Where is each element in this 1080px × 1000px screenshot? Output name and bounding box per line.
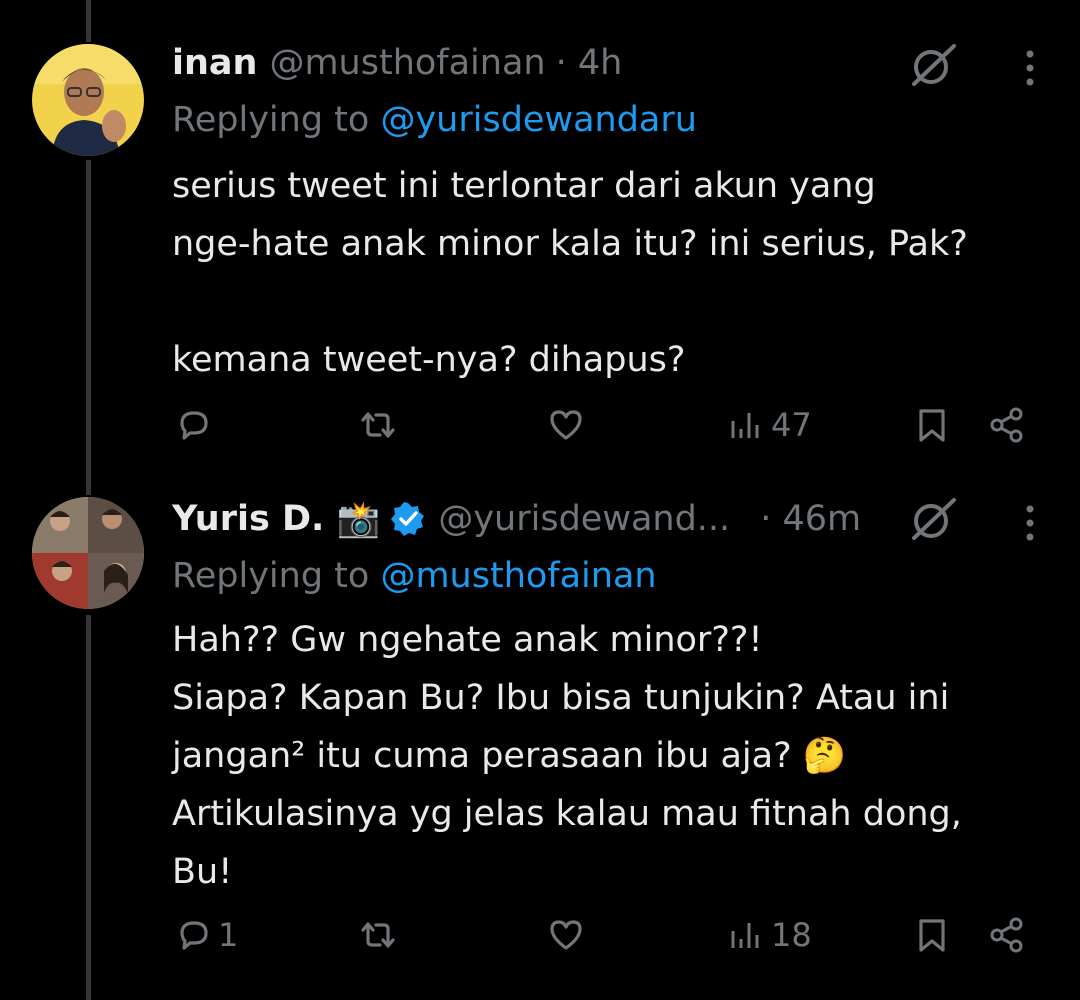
more-icon[interactable]	[1020, 503, 1040, 543]
tweet-line: Bu!	[172, 852, 233, 892]
like-button[interactable]	[546, 400, 586, 450]
tweet-actions: 47	[172, 400, 1042, 450]
share-button[interactable]	[987, 910, 1027, 960]
reply-count: 1	[218, 916, 239, 954]
tweet-line: jangan² itu cuma perasaan ibu aja? 🤔	[172, 736, 847, 776]
tweet-line: Siapa? Kapan Bu? Ibu bisa tunjukin? Atau…	[172, 678, 950, 718]
heart-icon	[546, 405, 586, 445]
avatar[interactable]	[32, 44, 144, 156]
mention-link[interactable]: @musthofainan	[380, 556, 656, 596]
replying-to: Replying to @musthofainan	[172, 556, 657, 596]
retweet-button[interactable]	[358, 910, 398, 960]
retweet-icon	[358, 915, 398, 955]
mention-link[interactable]: @yurisdewandaru	[380, 100, 697, 140]
views-button[interactable]: 18	[727, 910, 812, 960]
views-icon	[727, 405, 767, 445]
timestamp[interactable]: · 4h	[556, 43, 623, 83]
replying-to-label: Replying to	[172, 556, 381, 596]
reply-icon	[174, 915, 214, 955]
view-count: 47	[771, 406, 812, 444]
thread-connector	[86, 0, 91, 42]
display-name[interactable]: Yuris D.	[172, 499, 324, 539]
tweet-header: Yuris D. 📸 @yurisdewand... · 46m	[172, 496, 960, 542]
share-icon	[987, 915, 1027, 955]
timestamp[interactable]: · 46m	[760, 499, 861, 539]
retweet-icon	[358, 405, 398, 445]
bookmark-button[interactable]	[912, 400, 952, 450]
thread-connector	[86, 160, 91, 495]
tweet-line	[172, 273, 1032, 331]
share-icon	[987, 405, 1027, 445]
user-handle[interactable]: @yurisdewand...	[438, 499, 730, 539]
reply-button[interactable]: 1	[174, 910, 238, 960]
bookmark-icon	[912, 915, 952, 955]
bookmark-icon	[912, 405, 952, 445]
thread-connector	[86, 615, 91, 1000]
display-name[interactable]: inan	[172, 43, 257, 83]
reply-icon	[174, 405, 214, 445]
name-emoji: 📸	[336, 499, 381, 540]
retweet-button[interactable]	[358, 400, 398, 450]
tweet-text: serius tweet ini terlontar dari akun yan…	[172, 157, 1032, 389]
user-handle[interactable]: @musthofainan	[269, 43, 545, 83]
like-button[interactable]	[546, 910, 586, 960]
tweet-header: inan @musthofainan · 4h	[172, 40, 960, 86]
tweet-line: Artikulasinya yg jelas kalau mau fitnah …	[172, 794, 962, 834]
verified-badge-icon	[390, 501, 426, 537]
avatar[interactable]	[32, 497, 144, 609]
share-button[interactable]	[987, 400, 1027, 450]
tweet-line: kemana tweet-nya? dihapus?	[172, 340, 686, 380]
bookmark-button[interactable]	[912, 910, 952, 960]
more-icon[interactable]	[1020, 48, 1040, 88]
tweet-line: nge-hate anak minor kala itu? ini serius…	[172, 224, 968, 264]
reply-button[interactable]	[174, 400, 218, 450]
reply-thread: inan @musthofainan · 4h Replying to @yur…	[0, 0, 1080, 1000]
replying-to: Replying to @yurisdewandaru	[172, 100, 697, 140]
replying-to-label: Replying to	[172, 100, 381, 140]
view-count: 18	[771, 916, 812, 954]
tweet-actions: 1 18	[172, 910, 1042, 960]
tweet-line: serius tweet ini terlontar dari akun yan…	[172, 166, 876, 206]
heart-icon	[546, 915, 586, 955]
grok-icon[interactable]	[908, 494, 958, 544]
views-button[interactable]: 47	[727, 400, 812, 450]
tweet-text: Hah?? Gw ngehate anak minor??! Siapa? Ka…	[172, 611, 1032, 901]
grok-icon[interactable]	[908, 40, 958, 90]
tweet-line: Hah?? Gw ngehate anak minor??!	[172, 620, 763, 660]
views-icon	[727, 915, 767, 955]
